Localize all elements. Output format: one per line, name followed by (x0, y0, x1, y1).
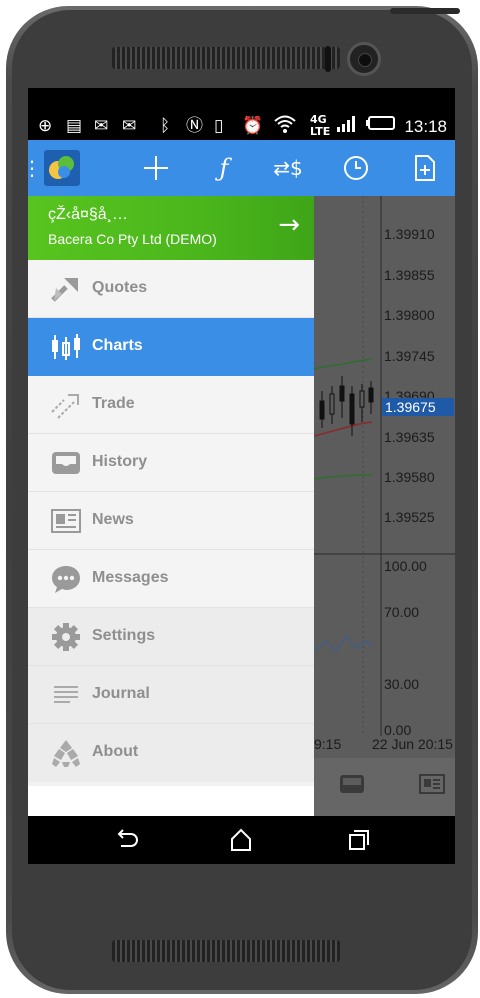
navigation-drawer: çŽ‹å¤§å¸… Bacera Co Pty Ltd (DEMO) → Quo… (28, 196, 314, 816)
nfc-icon: Ⓝ (186, 116, 203, 136)
menu-item-trade[interactable]: Trade (28, 376, 314, 434)
metatrader-logo[interactable] (44, 150, 80, 186)
currency-icon[interactable]: ⇄$ (272, 152, 304, 184)
menu-label: History (92, 453, 148, 470)
price-level: 1.39635 (384, 429, 435, 445)
menu-item-news[interactable]: News (28, 492, 314, 550)
menu-label: Messages (92, 569, 169, 586)
history-icon (50, 448, 82, 478)
crosshair-icon[interactable] (140, 152, 172, 184)
recent-apps-icon[interactable] (344, 826, 374, 854)
bluetooth-icon: ᛒ (160, 116, 171, 136)
price-level: 1.39580 (384, 469, 435, 485)
wifi-icon (274, 114, 296, 141)
function-icon[interactable]: ƒ (208, 152, 240, 184)
mail-check-icon: ✉ (122, 116, 137, 136)
account-broker: Bacera Co Pty Ltd (DEMO) (48, 231, 217, 247)
menu-item-history[interactable]: History (28, 434, 314, 492)
menu-label: Trade (92, 395, 135, 412)
signal-icon (336, 114, 360, 139)
menu-item-quotes[interactable]: Quotes (28, 260, 314, 318)
charts-icon (50, 332, 82, 362)
quotes-icon (50, 274, 82, 304)
menu-label: Quotes (92, 279, 148, 296)
back-icon[interactable] (112, 826, 142, 854)
price-level: 1.39855 (384, 267, 435, 283)
news-icon (50, 506, 82, 536)
trade-icon (50, 390, 82, 420)
history-tab-icon[interactable] (338, 772, 366, 796)
bottom-speaker-grille (112, 940, 340, 962)
power-button[interactable] (390, 8, 460, 14)
price-level: 1.39910 (384, 226, 435, 242)
menu-item-about[interactable]: About (28, 724, 314, 782)
chart-area[interactable]: 1.39910 1.39855 1.39800 1.39745 1.39690 … (314, 196, 455, 816)
status-bar: ⊕ ▤ ✉ ✉ ᛒ Ⓝ ▯ ⏰ 4G LTE 13:18 (28, 110, 455, 142)
account-header[interactable]: çŽ‹å¤§å¸… Bacera Co Pty Ltd (DEMO) → (28, 196, 314, 260)
new-document-icon[interactable] (408, 152, 440, 184)
vibrate-icon: ▯ (214, 116, 224, 136)
status-clock: 13:18 (404, 117, 447, 136)
menu-item-messages[interactable]: Messages (28, 550, 314, 608)
menu-label: About (92, 743, 139, 760)
front-camera (347, 42, 381, 76)
clock-icon[interactable] (340, 152, 372, 184)
screen: ⊕ ▤ ✉ ✉ ᛒ Ⓝ ▯ ⏰ 4G LTE 13:18 ⋮ ƒ ⇄$ 1.39… (28, 88, 455, 864)
account-name: çŽ‹å¤§å¸… (48, 206, 129, 223)
indicator-level: 30.00 (384, 676, 420, 692)
settings-icon (50, 622, 82, 652)
price-level: 1.39745 (384, 348, 435, 364)
price-level: 1.39525 (384, 509, 435, 525)
alarm-icon: ⏰ (242, 116, 264, 136)
time-label: 9:15 (314, 736, 342, 752)
4g-lte-icon: 4G LTE (310, 113, 331, 138)
price-level: 1.39800 (384, 307, 435, 323)
journal-icon (50, 680, 82, 710)
app-bar: ⋮ ƒ ⇄$ (28, 140, 455, 196)
plus-icon: ⊕ (38, 116, 53, 136)
sensor-slot (325, 46, 331, 72)
image-icon: ▤ (66, 116, 83, 136)
menu-item-charts[interactable]: Charts (28, 318, 314, 376)
battery-icon (366, 114, 396, 138)
menu-label: Settings (92, 627, 156, 644)
drawer-footer (28, 786, 314, 816)
menu-item-settings[interactable]: Settings (28, 608, 314, 666)
system-nav-bar (28, 816, 455, 864)
time-label: 22 Jun 20:15 (372, 736, 453, 752)
indicator-level: 100.00 (384, 558, 427, 574)
messages-icon (50, 564, 82, 594)
current-price-tag: 1.39675 (382, 398, 454, 416)
about-icon (50, 738, 82, 768)
menu-icon[interactable]: ⋮ (28, 152, 42, 184)
menu-label: Journal (92, 685, 150, 702)
top-speaker-grille (112, 47, 340, 69)
home-icon[interactable] (226, 826, 256, 854)
menu-label: Charts (92, 337, 143, 354)
bottom-tab-strip (314, 758, 455, 816)
menu-item-journal[interactable]: Journal (28, 666, 314, 724)
news-tab-icon[interactable] (418, 772, 446, 796)
arrow-right-icon[interactable]: → (278, 210, 300, 240)
menu-label: News (92, 511, 134, 528)
gmail-icon: ✉ (94, 116, 109, 136)
indicator-level: 70.00 (384, 604, 420, 620)
